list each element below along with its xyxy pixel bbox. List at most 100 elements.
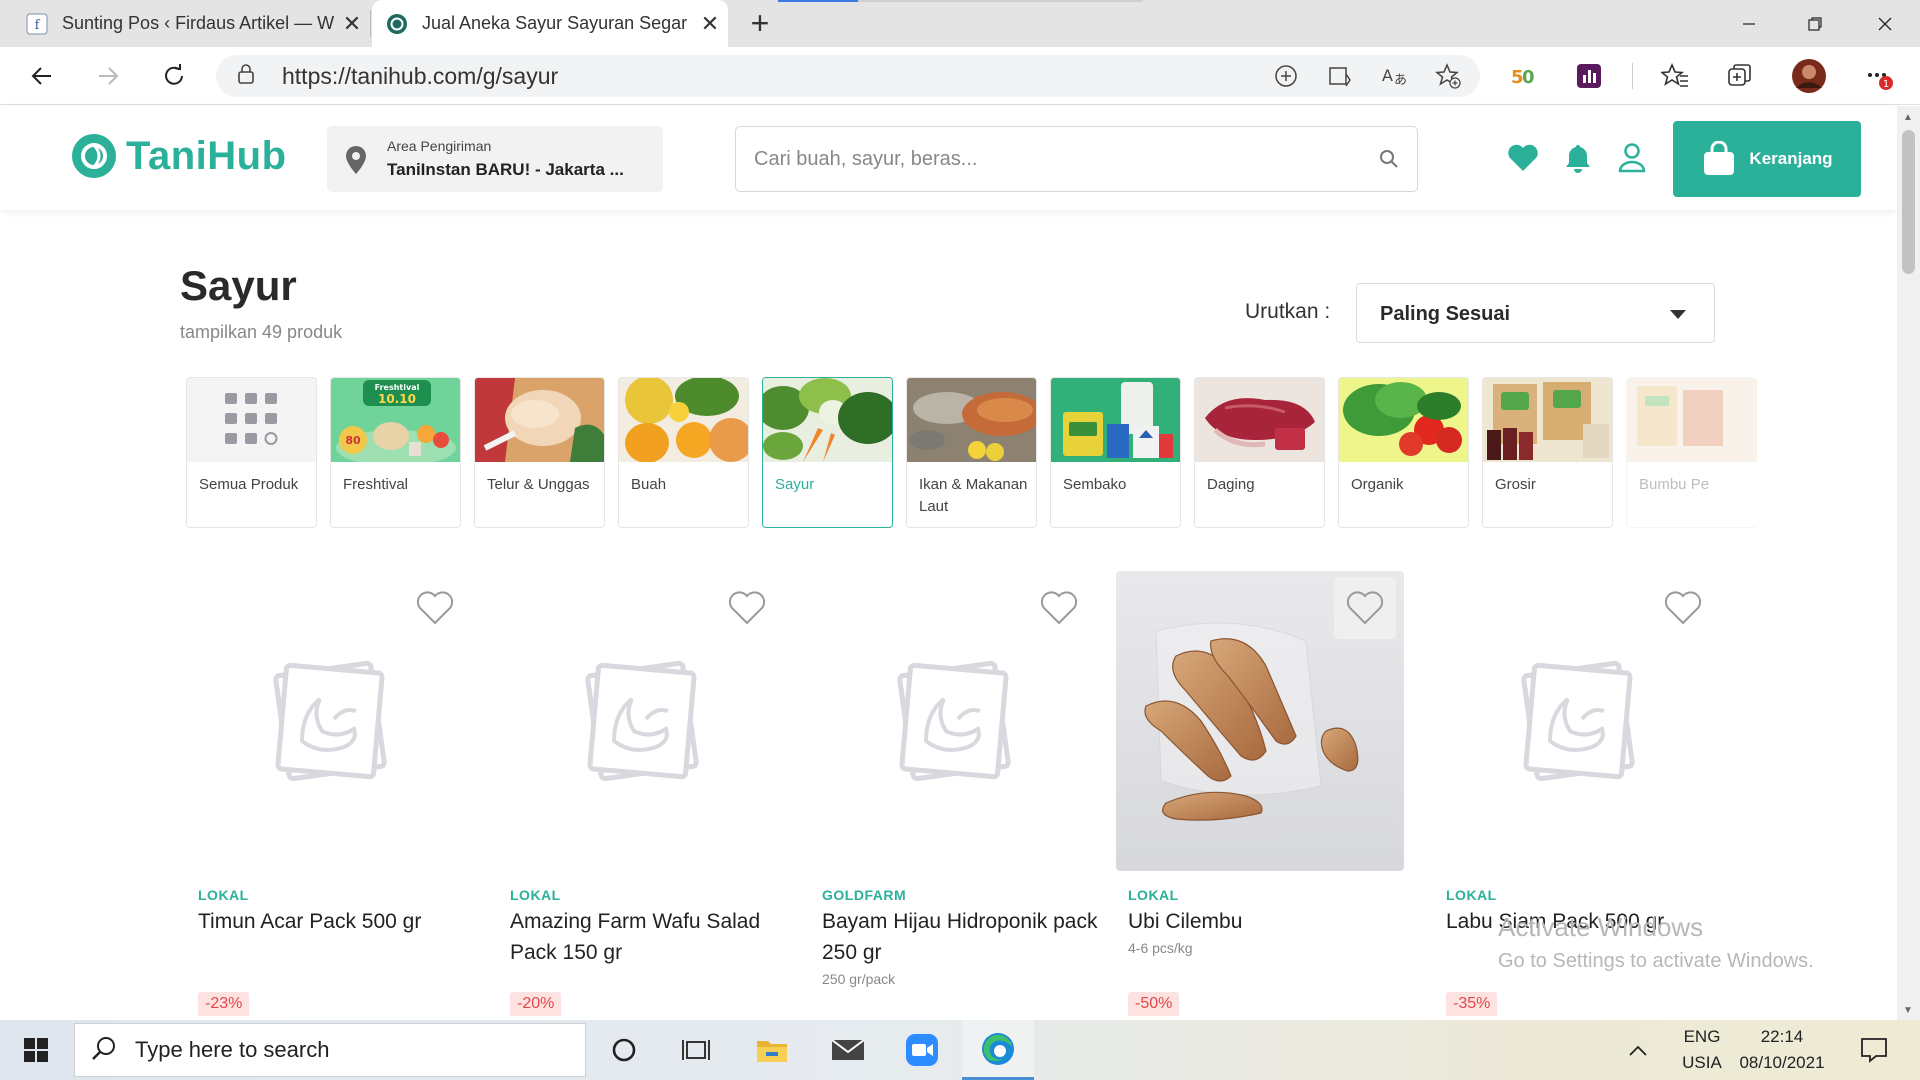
product-card[interactable]: GOLDFARM Bayam Hijau Hidroponik pack 250… — [810, 571, 1098, 1021]
clock-time[interactable]: 22:14 — [1732, 1027, 1832, 1047]
add-site-icon[interactable] — [1270, 60, 1302, 92]
favorite-heart-icon[interactable] — [1028, 577, 1090, 639]
poultry-image — [475, 378, 604, 462]
wordpress-favicon-icon: f — [26, 13, 48, 35]
product-unit-note: 250 gr/pack — [822, 971, 896, 987]
back-arrow-icon[interactable] — [22, 56, 62, 96]
forward-arrow-icon[interactable] — [88, 56, 128, 96]
product-name[interactable]: Ubi Cilembu — [1128, 906, 1404, 937]
clock-date[interactable]: 08/10/2021 — [1732, 1053, 1832, 1073]
windows-taskbar: Type here to search ENG USIA 22:14 08/10… — [0, 1020, 1920, 1080]
product-card[interactable]: LOKAL Ubi Cilembu 4-6 pcs/kg -50% — [1116, 571, 1404, 1021]
category-freshtival[interactable]: Freshtival 10.10 80 Freshtival — [330, 377, 461, 528]
loading-track — [858, 0, 1143, 2]
extension-50-icon[interactable]: 50 — [1504, 57, 1542, 95]
mail-icon[interactable] — [812, 1020, 884, 1080]
url-field[interactable]: https://tanihub.com/g/sayur Aあ — [216, 55, 1480, 97]
restore-icon[interactable] — [1782, 0, 1848, 47]
product-name[interactable]: Bayam Hijau Hidroponik pack 250 gr — [822, 906, 1098, 968]
tanihub-favicon-icon — [386, 13, 408, 35]
favorite-heart-icon[interactable] — [404, 577, 466, 639]
search-input[interactable] — [754, 141, 1354, 177]
new-tab-icon[interactable]: + — [740, 4, 780, 44]
watermark-line-1: Activate Windows — [1498, 912, 1704, 942]
browser-tab-2-active[interactable]: Jual Aneka Sayur Sayuran Segar | T ✕ — [372, 0, 728, 47]
zoom-app-icon[interactable] — [886, 1020, 958, 1080]
windows-start-icon[interactable] — [0, 1020, 72, 1080]
product-name[interactable]: Amazing Farm Wafu Salad Pack 150 gr — [510, 906, 786, 968]
category-label: Semua Produk — [199, 476, 299, 493]
category-sembako[interactable]: Sembako — [1050, 377, 1181, 528]
profile-avatar[interactable] — [1790, 57, 1828, 95]
collections-icon[interactable] — [1721, 57, 1759, 95]
category-bumbu[interactable]: Bumbu Pe — [1626, 377, 1757, 528]
location-pin-icon — [345, 145, 367, 180]
scrollbar-thumb[interactable] — [1902, 130, 1915, 274]
tanihub-logo[interactable]: TaniHub — [70, 132, 287, 180]
user-account-icon[interactable] — [1614, 140, 1650, 176]
category-semua-produk[interactable]: Semua Produk — [186, 377, 317, 528]
minimize-icon[interactable] — [1716, 0, 1782, 47]
vegetable-image — [763, 378, 892, 462]
category-organik[interactable]: Organik — [1338, 377, 1469, 528]
search-icon — [91, 1035, 117, 1066]
reading-view-icon[interactable] — [1324, 60, 1356, 92]
taskbar-search-box[interactable]: Type here to search — [74, 1023, 586, 1077]
discount-badge: -50% — [1128, 992, 1180, 1016]
category-daging[interactable]: Daging — [1194, 377, 1325, 528]
notification-bell-icon[interactable] — [1560, 140, 1596, 176]
page-scrollbar[interactable]: ▲ ▼ — [1897, 106, 1920, 1020]
product-card[interactable]: LOKAL Amazing Farm Wafu Salad Pack 150 g… — [498, 571, 786, 1021]
cart-button[interactable]: Keranjang — [1673, 121, 1861, 197]
extension-stats-icon[interactable] — [1570, 57, 1608, 95]
url-text[interactable]: https://tanihub.com/g/sayur — [282, 63, 558, 90]
category-sayur-active[interactable]: Sayur — [762, 377, 893, 528]
product-count: tampilkan 49 produk — [180, 322, 343, 342]
category-label: Sayur — [775, 476, 815, 493]
input-language[interactable]: ENG — [1682, 1027, 1722, 1047]
close-window-icon[interactable] — [1852, 0, 1918, 47]
category-label: Telur & Unggas — [487, 476, 590, 493]
product-unit-note: 4-6 pcs/kg — [1128, 940, 1193, 956]
category-buah[interactable]: Buah — [618, 377, 749, 528]
lock-icon[interactable] — [236, 63, 260, 90]
favorite-heart-icon[interactable] — [1334, 577, 1396, 639]
more-menu-icon[interactable]: 1 — [1860, 57, 1898, 95]
category-label: Grosir — [1495, 476, 1536, 493]
task-view-icon[interactable] — [660, 1020, 732, 1080]
scroll-down-icon[interactable]: ▼ — [1903, 1005, 1913, 1016]
favorite-heart-icon[interactable] — [1652, 577, 1714, 639]
favorite-star-icon[interactable] — [1432, 60, 1464, 92]
product-name[interactable]: Timun Acar Pack 500 gr — [198, 906, 474, 937]
scroll-up-icon[interactable]: ▲ — [1903, 112, 1913, 123]
file-explorer-icon[interactable] — [736, 1020, 808, 1080]
favorite-heart-icon[interactable] — [716, 577, 778, 639]
search-icon[interactable] — [1379, 149, 1399, 174]
cortana-icon[interactable] — [588, 1020, 660, 1080]
notification-center-icon[interactable] — [1844, 1020, 1904, 1080]
product-card[interactable]: LOKAL Timun Acar Pack 500 gr -23% — [186, 571, 474, 1021]
sort-dropdown[interactable]: Paling Sesuai — [1356, 283, 1715, 343]
favorites-icon[interactable] — [1656, 57, 1694, 95]
translate-icon[interactable]: Aあ — [1378, 60, 1410, 92]
wishlist-heart-icon[interactable] — [1505, 140, 1541, 176]
activate-windows-watermark: Activate Windows Go to Settings to activ… — [1498, 910, 1814, 978]
product-brand: LOKAL — [198, 887, 249, 903]
refresh-icon[interactable] — [154, 56, 194, 96]
edge-browser-icon[interactable] — [962, 1020, 1034, 1080]
site-header: TaniHub Area Pengiriman TaniInstan BARU!… — [0, 106, 1897, 210]
category-grosir[interactable]: Grosir — [1482, 377, 1613, 528]
close-tab-icon[interactable]: ✕ — [692, 11, 728, 37]
search-box[interactable] — [735, 126, 1418, 192]
browser-tab-1[interactable]: f Sunting Pos ‹ Firdaus Artikel — W ✕ — [0, 0, 370, 47]
show-hidden-icons-chevron-up-icon[interactable] — [1616, 1020, 1660, 1080]
svg-text:あ: あ — [1394, 73, 1407, 88]
input-region[interactable]: USIA — [1680, 1053, 1724, 1073]
discount-badge: -35% — [1446, 992, 1498, 1016]
cart-label: Keranjang — [1749, 149, 1833, 168]
delivery-area-selector[interactable]: Area Pengiriman TaniInstan BARU! - Jakar… — [327, 126, 663, 192]
category-ikan-makanan-laut[interactable]: Ikan & Makanan Laut — [906, 377, 1037, 528]
category-telur-unggas[interactable]: Telur & Unggas — [474, 377, 605, 528]
close-tab-icon[interactable]: ✕ — [334, 11, 370, 37]
tab-title: Sunting Pos ‹ Firdaus Artikel — W — [62, 13, 334, 33]
